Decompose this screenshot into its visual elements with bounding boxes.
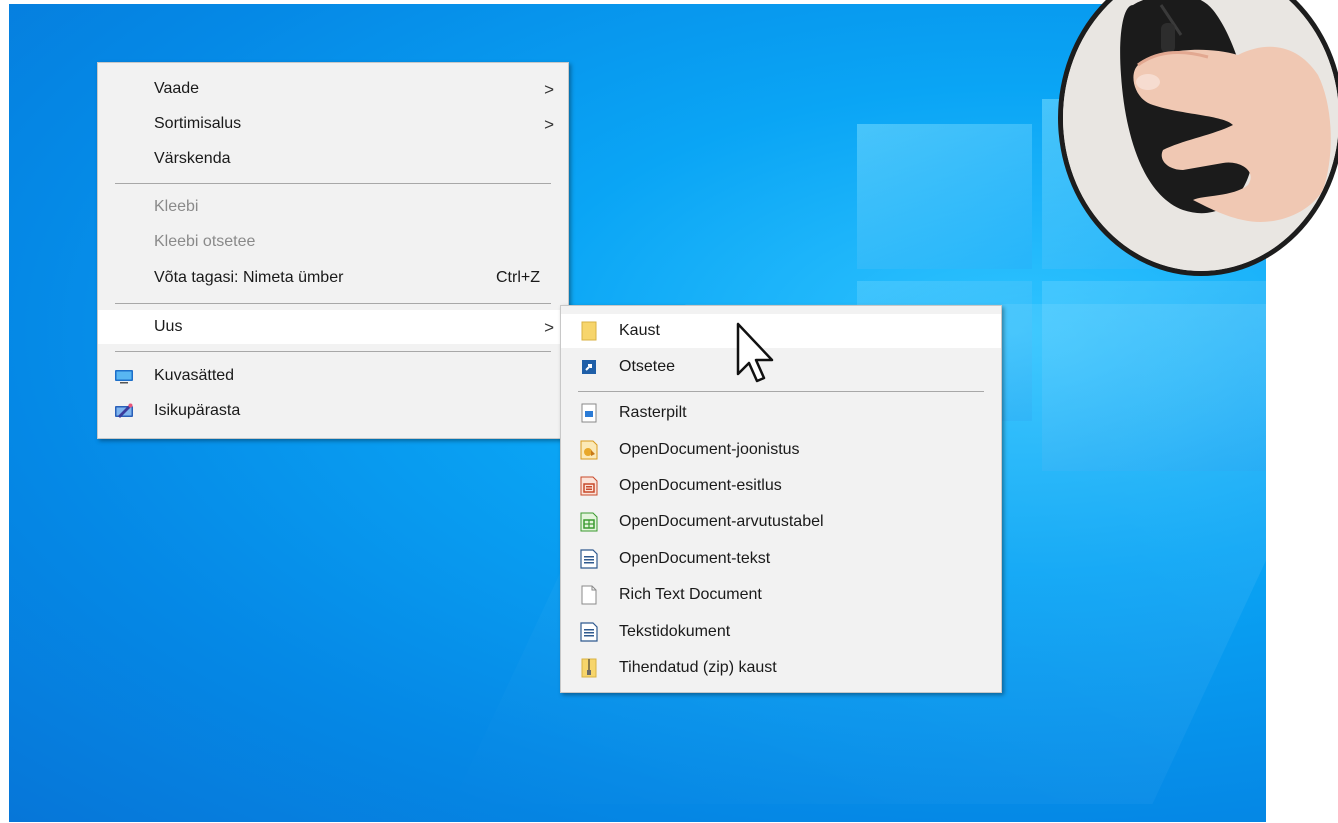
submenu-item-folder[interactable]: Kaust	[561, 314, 1001, 348]
zip-folder-icon	[581, 658, 597, 678]
submenu-item-bitmap[interactable]: Rasterpilt	[561, 396, 1001, 430]
rtf-icon	[581, 585, 597, 605]
menu-item-label: Kuvasätted	[154, 367, 235, 384]
menu-item-display-settings[interactable]: Kuvasätted	[98, 359, 568, 393]
menu-item-label: Rasterpilt	[619, 404, 687, 421]
menu-item-label: Tihendatud (zip) kaust	[619, 659, 777, 676]
menu-item-view[interactable]: Vaade >	[98, 72, 568, 106]
display-settings-icon	[115, 370, 133, 384]
new-submenu: Kaust Otsetee Rasterpilt OpenDocument-jo…	[560, 305, 1002, 693]
menu-item-personalize[interactable]: Isikupärasta	[98, 394, 568, 428]
chevron-right-icon: >	[544, 115, 554, 134]
menu-separator	[578, 391, 984, 392]
hand-on-mouse-image	[1063, 0, 1338, 271]
menu-item-label: Kleebi	[154, 198, 199, 215]
menu-item-label: Isikupärasta	[154, 402, 241, 419]
windows-logo-pane	[857, 124, 1032, 269]
menu-item-label: Otsetee	[619, 358, 676, 375]
menu-item-label: Kleebi otsetee	[154, 233, 256, 250]
personalize-icon	[115, 403, 133, 418]
menu-separator	[115, 183, 551, 184]
submenu-item-shortcut[interactable]: Otsetee	[561, 350, 1001, 384]
shortcut-icon	[582, 360, 596, 374]
submenu-item-rtf[interactable]: Rich Text Document	[561, 578, 1001, 612]
submenu-item-odp[interactable]: OpenDocument-esitlus	[561, 469, 1001, 503]
menu-item-label: Võta tagasi: Nimeta ümber	[154, 269, 344, 286]
menu-item-label: Kaust	[619, 322, 660, 339]
menu-item-sort-by[interactable]: Sortimisalus >	[98, 107, 568, 141]
menu-item-undo-rename[interactable]: Võta tagasi: Nimeta ümber Ctrl+Z	[98, 261, 568, 295]
submenu-item-zip-folder[interactable]: Tihendatud (zip) kaust	[561, 651, 1001, 685]
menu-item-label: Sortimisalus	[154, 115, 242, 132]
menu-item-paste: Kleebi	[98, 190, 568, 224]
menu-item-label: Tekstidokument	[619, 623, 731, 640]
txt-icon	[580, 622, 598, 642]
menu-item-refresh[interactable]: Värskenda	[98, 142, 568, 176]
submenu-item-text-document[interactable]: Tekstidokument	[561, 615, 1001, 649]
menu-separator	[115, 303, 551, 304]
odg-icon	[580, 440, 598, 460]
chevron-right-icon: >	[544, 80, 554, 99]
menu-item-label: Uus	[154, 318, 183, 335]
menu-item-label: Vaade	[154, 80, 200, 97]
mouse-pointer-icon	[736, 322, 774, 383]
folder-icon	[581, 321, 597, 341]
menu-item-label: OpenDocument-arvutustabel	[619, 513, 824, 530]
menu-item-paste-shortcut: Kleebi otsetee	[98, 225, 568, 259]
menu-separator	[115, 351, 551, 352]
desktop-context-menu: Vaade > Sortimisalus > Värskenda Kleebi …	[97, 62, 569, 439]
odt-icon	[580, 549, 598, 569]
keyboard-shortcut: Ctrl+Z	[496, 269, 540, 286]
menu-item-label: Värskenda	[154, 150, 231, 167]
submenu-item-odg[interactable]: OpenDocument-joonistus	[561, 433, 1001, 467]
menu-item-label: OpenDocument-tekst	[619, 550, 771, 567]
submenu-item-ods[interactable]: OpenDocument-arvutustabel	[561, 505, 1001, 539]
menu-item-label: OpenDocument-joonistus	[619, 441, 800, 458]
ods-icon	[580, 512, 598, 532]
submenu-item-odt[interactable]: OpenDocument-tekst	[561, 542, 1001, 576]
menu-item-label: OpenDocument-esitlus	[619, 477, 782, 494]
odp-icon	[580, 476, 598, 496]
menu-item-label: Rich Text Document	[619, 586, 762, 603]
bitmap-icon	[581, 403, 597, 423]
chevron-right-icon: >	[544, 318, 554, 337]
menu-item-new[interactable]: Uus >	[98, 310, 568, 344]
